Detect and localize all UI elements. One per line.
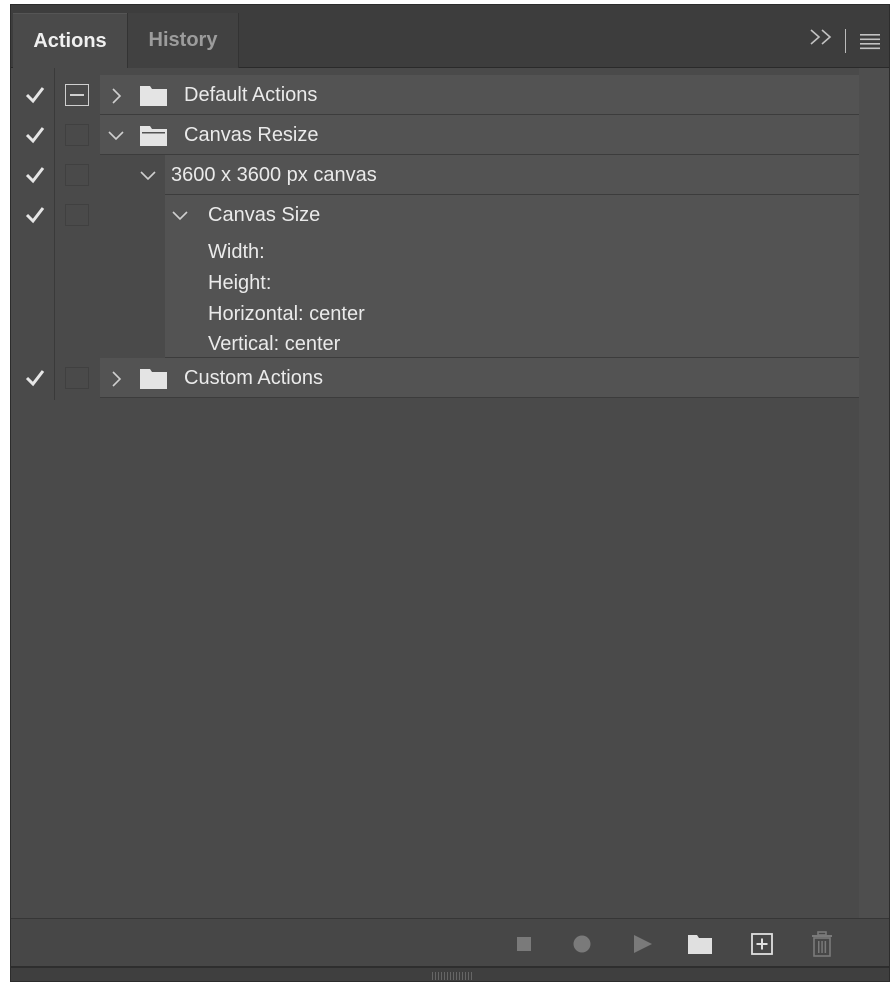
- panel-menu-icon[interactable]: [859, 32, 881, 50]
- detail-horizontal: Horizontal: center: [208, 303, 365, 325]
- dialog-toggle-icon[interactable]: [65, 204, 89, 226]
- delete-icon[interactable]: [811, 931, 833, 957]
- tab-history[interactable]: History: [127, 13, 239, 68]
- dialog-toggle-icon[interactable]: [65, 367, 89, 389]
- row-label: 3600 x 3600 px canvas: [171, 164, 377, 186]
- record-icon[interactable]: [573, 935, 591, 953]
- collapse-double-chevron-icon[interactable]: [809, 27, 833, 47]
- actions-footer-toolbar: [11, 918, 889, 966]
- chevron-right-icon[interactable]: [107, 87, 125, 105]
- folder-icon: [140, 369, 167, 389]
- grip-lines: [432, 972, 472, 980]
- chevron-down-icon[interactable]: [139, 167, 157, 185]
- open-folder-icon: [140, 126, 167, 146]
- tab-actions[interactable]: Actions: [13, 13, 127, 68]
- row-label: Canvas Resize: [184, 124, 319, 146]
- column-divider: [54, 68, 55, 400]
- panel-tab-bar: Actions History: [11, 5, 889, 68]
- play-icon[interactable]: [634, 935, 652, 953]
- checkmark-icon[interactable]: [24, 368, 46, 388]
- action-set-row[interactable]: Default Actions: [11, 75, 859, 115]
- folder-icon: [140, 86, 167, 106]
- header-divider: [845, 29, 846, 53]
- checkmark-icon[interactable]: [24, 165, 46, 185]
- action-set-row[interactable]: Custom Actions: [11, 358, 859, 398]
- actions-list: Default Actions Canvas Resize 3600 x 360…: [11, 68, 859, 400]
- scrollbar-track[interactable]: [859, 68, 889, 918]
- dialog-toggle-icon[interactable]: [65, 124, 89, 146]
- row-label: Custom Actions: [184, 367, 323, 389]
- chevron-right-icon[interactable]: [107, 370, 125, 388]
- detail-height: Height:: [208, 272, 272, 294]
- row-label: Default Actions: [184, 84, 318, 106]
- new-action-icon[interactable]: [751, 933, 773, 955]
- chevron-down-icon[interactable]: [107, 127, 125, 145]
- action-row[interactable]: 3600 x 3600 px canvas: [11, 155, 859, 195]
- detail-width: Width:: [208, 241, 265, 263]
- actions-panel: Actions History Default Actions Canvas R…: [10, 4, 890, 982]
- chevron-down-icon[interactable]: [171, 207, 189, 225]
- checkmark-icon[interactable]: [24, 205, 46, 225]
- dialog-toggle-icon[interactable]: [65, 84, 89, 106]
- new-set-folder-icon[interactable]: [687, 933, 713, 955]
- dialog-toggle-icon[interactable]: [65, 164, 89, 186]
- stop-icon[interactable]: [517, 937, 531, 951]
- detail-vertical: Vertical: center: [208, 333, 341, 355]
- checkmark-icon[interactable]: [24, 85, 46, 105]
- action-set-row[interactable]: Canvas Resize: [11, 115, 859, 155]
- checkmark-icon[interactable]: [24, 125, 46, 145]
- panel-resize-grip[interactable]: [11, 966, 889, 981]
